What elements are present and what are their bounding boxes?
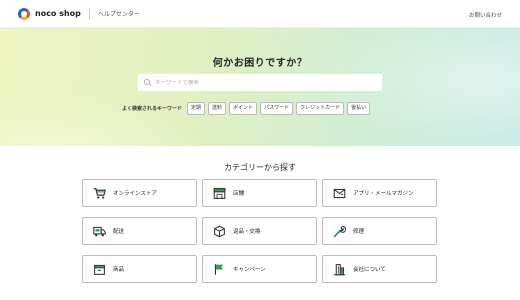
popular-keywords: よく検索されるキーワード 定期 送料 ポイント パスワード クレジットカード 後… (122, 102, 373, 115)
category-label: 返品・交換 (233, 229, 261, 235)
logo-mark-icon (18, 7, 30, 20)
category-store[interactable]: 店舗 (202, 179, 317, 207)
category-label: 商品 (113, 267, 125, 273)
category-section-title: カテゴリーから探す (224, 163, 296, 172)
search-icon (144, 78, 152, 87)
category-app-mail[interactable]: アプリ・メールマガジン (322, 179, 437, 207)
keyword-chip[interactable]: クレジットカード (296, 102, 345, 115)
logo[interactable]: noco shop (18, 7, 81, 20)
hero-decoration-2 (0, 86, 220, 146)
hero-title: 何かお困りですか？ (212, 58, 308, 69)
category-online-store[interactable]: オンラインストア (82, 179, 197, 207)
box-icon (213, 225, 226, 238)
keyword-chip[interactable]: ポイント (229, 102, 258, 115)
wrench-icon (333, 225, 346, 238)
category-delivery[interactable]: 配送 (82, 217, 197, 245)
hero-section: 何かお困りですか？ よく検索されるキーワード 定期 送料 ポイント パスワード … (0, 28, 520, 146)
category-repair[interactable]: 修理 (322, 217, 437, 245)
truck-icon (93, 225, 106, 238)
category-company[interactable]: 会社について (322, 255, 437, 283)
keyword-chip[interactable]: 定期 (187, 102, 206, 115)
popular-keywords-label: よく検索されるキーワード (122, 106, 183, 112)
header-divider (88, 7, 90, 20)
top-header: noco shop ヘルプセンター お問い合わせ (0, 0, 520, 28)
category-campaign[interactable]: キャンペーン (202, 255, 317, 283)
product-icon (93, 263, 106, 276)
category-returns[interactable]: 返品・交換 (202, 217, 317, 245)
keyword-chip[interactable]: パスワード (260, 102, 294, 115)
help-center-link[interactable]: ヘルプセンター (98, 9, 140, 18)
category-label: オンラインストア (113, 191, 157, 197)
category-label: キャンペーン (233, 267, 266, 273)
cart-icon (93, 187, 106, 200)
search-input[interactable] (155, 79, 365, 86)
keyword-chip[interactable]: 送料 (208, 102, 227, 115)
category-label: 修理 (353, 229, 365, 235)
mail-icon (333, 187, 346, 200)
category-label: 配送 (113, 229, 125, 235)
search-box[interactable] (138, 74, 382, 91)
logo-text: noco shop (35, 9, 81, 18)
flag-icon (213, 263, 226, 276)
building-icon (333, 263, 346, 276)
store-icon (213, 187, 226, 200)
category-products[interactable]: 商品 (82, 255, 197, 283)
category-label: 店舗 (233, 191, 245, 197)
category-label: アプリ・メールマガジン (353, 191, 414, 197)
keyword-chip[interactable]: 後払い (347, 102, 371, 115)
category-label: 会社について (353, 267, 386, 273)
contact-link[interactable]: お問い合わせ (469, 11, 502, 19)
